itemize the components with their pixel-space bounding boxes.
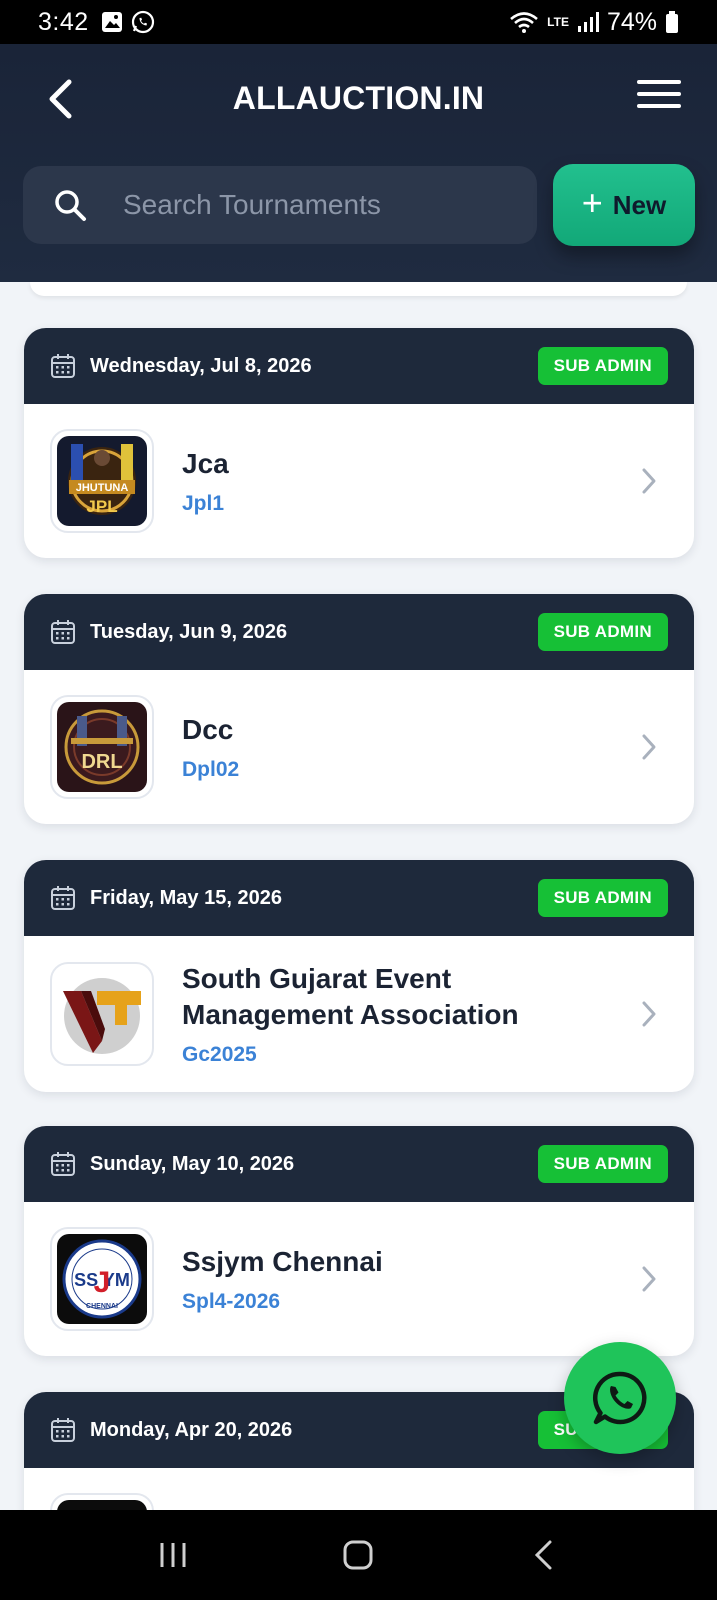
card-body[interactable] — [24, 1468, 694, 1510]
tournament-logo: SS YM J CHENNAI — [50, 1227, 154, 1331]
battery-icon — [666, 11, 678, 33]
recent-apps-button[interactable] — [143, 1525, 203, 1585]
tournament-logo — [50, 1493, 154, 1510]
card-header: Wednesday, Jul 8, 2026 SUB ADMIN — [24, 328, 694, 404]
app-title: ALLAUCTION.IN — [232, 80, 485, 116]
tournament-logo — [50, 962, 154, 1066]
calendar-icon — [51, 1152, 75, 1176]
new-button-label: New — [612, 189, 667, 220]
whatsapp-icon — [592, 1371, 647, 1425]
plus-icon: + — [581, 182, 603, 223]
chevron-right-icon — [642, 734, 656, 760]
search-input[interactable] — [123, 189, 503, 221]
search-box[interactable] — [23, 166, 537, 244]
card-date: Friday, May 15, 2026 — [90, 886, 282, 909]
battery-percent: 74% — [606, 7, 657, 36]
gallery-icon — [101, 12, 122, 32]
tournament-code: Spl4-2026 — [182, 1290, 281, 1313]
status-bar: 3:42 LTE 74% — [0, 0, 717, 44]
new-tournament-button[interactable]: + New — [553, 164, 695, 246]
card-header: Tuesday, Jun 9, 2026 SUB ADMIN — [24, 594, 694, 670]
card-date: Monday, Apr 20, 2026 — [90, 1418, 293, 1441]
tournament-card[interactable]: Tuesday, Jun 9, 2026 SUB ADMIN DRL Dcc D… — [24, 594, 694, 824]
role-badge: SUB ADMIN — [537, 347, 668, 385]
svg-text:CHENNAI: CHENNAI — [86, 1303, 118, 1310]
tournament-code: Dpl02 — [182, 758, 240, 781]
status-time: 3:42 — [38, 7, 89, 36]
calendar-icon — [51, 354, 75, 378]
back-nav-button[interactable] — [514, 1525, 574, 1585]
back-arrow-icon — [535, 1540, 552, 1570]
tournament-card[interactable]: Friday, May 15, 2026 SUB ADMIN South Guj… — [24, 860, 694, 1092]
chevron-right-icon — [642, 468, 656, 494]
app-header: ALLAUCTION.IN + New — [0, 44, 717, 282]
vt-logo-icon — [57, 969, 147, 1059]
whatsapp-button[interactable] — [564, 1342, 676, 1454]
calendar-icon — [51, 886, 75, 910]
svg-text:JHUTUNA: JHUTUNA — [76, 482, 129, 494]
card-body[interactable]: South Gujarat Event Management Associati… — [24, 936, 694, 1092]
card-body[interactable]: DRL Dcc Dpl02 — [24, 670, 694, 824]
drl-logo-icon: DRL — [57, 702, 147, 792]
card-body[interactable]: JHUTUNA JPL Jca Jpl1 — [24, 404, 694, 558]
tournament-list[interactable]: Wednesday, Jul 8, 2026 SUB ADMIN JHUTUNA… — [0, 282, 717, 1510]
calendar-icon — [51, 620, 75, 644]
role-badge: SUB ADMIN — [537, 1145, 668, 1183]
system-navigation-bar — [0, 1510, 717, 1600]
jhutuna-jpl-logo-icon: JHUTUNA JPL — [57, 436, 147, 526]
tournament-name: Ssjym Chennai — [182, 1246, 383, 1277]
card-date: Wednesday, Jul 8, 2026 — [90, 354, 312, 377]
svg-text:J: J — [94, 1266, 111, 1299]
ssjym-logo-icon: SS YM J CHENNAI — [57, 1234, 147, 1324]
tournament-logo: DRL — [50, 695, 154, 799]
tournament-code: Gc2025 — [182, 1043, 257, 1066]
card-header: Friday, May 15, 2026 SUB ADMIN — [24, 860, 694, 936]
previous-card-edge — [30, 282, 687, 296]
tournament-card[interactable]: Wednesday, Jul 8, 2026 SUB ADMIN JHUTUNA… — [24, 328, 694, 558]
chevron-right-icon — [642, 1001, 656, 1027]
search-icon — [55, 190, 86, 221]
card-body[interactable]: SS YM J CHENNAI Ssjym Chennai Spl4-2026 — [24, 1202, 694, 1356]
card-date: Sunday, May 10, 2026 — [90, 1152, 295, 1175]
card-header: Sunday, May 10, 2026 SUB ADMIN — [24, 1126, 694, 1202]
recent-apps-icon — [160, 1543, 186, 1567]
signal-icon — [577, 12, 599, 32]
home-icon — [343, 1540, 373, 1570]
role-badge: SUB ADMIN — [537, 879, 668, 917]
tournament-logo: JHUTUNA JPL — [50, 429, 154, 533]
wifi-icon — [510, 12, 539, 33]
svg-text:JPL: JPL — [86, 497, 117, 516]
hamburger-menu-button[interactable] — [637, 80, 681, 114]
tournament-code: Jpl1 — [182, 492, 225, 515]
role-badge: SUB ADMIN — [537, 613, 668, 651]
calendar-icon — [51, 1418, 75, 1442]
svg-text:DRL: DRL — [81, 751, 122, 773]
volte-label: LTE — [547, 15, 569, 29]
card-date: Tuesday, Jun 9, 2026 — [90, 620, 288, 643]
tournament-card[interactable]: Sunday, May 10, 2026 SUB ADMIN SS YM J C… — [24, 1126, 694, 1356]
tournament-name: South Gujarat Event Management Associati… — [182, 963, 519, 1030]
tournament-name: Jca — [182, 448, 229, 479]
home-button[interactable] — [328, 1525, 388, 1585]
chevron-right-icon — [642, 1266, 656, 1292]
hamburger-menu-icon — [637, 80, 681, 84]
whatsapp-notification-icon — [131, 10, 154, 34]
tournament-name: Dcc — [182, 714, 234, 745]
